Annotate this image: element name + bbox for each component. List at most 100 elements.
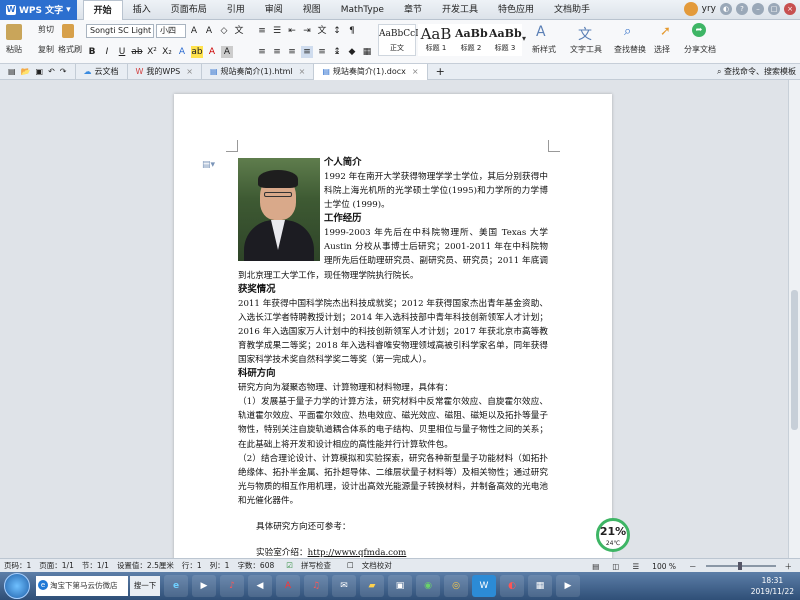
find-replace-icon[interactable]: ⌕ bbox=[624, 24, 631, 39]
text-tools-button[interactable]: 文字工具 bbox=[570, 44, 602, 55]
menu-item-features[interactable]: 特色应用 bbox=[488, 0, 544, 20]
open-icon[interactable]: 📂 bbox=[21, 64, 31, 80]
zoom-slider-knob[interactable] bbox=[737, 562, 742, 570]
paste-icon[interactable] bbox=[6, 24, 22, 40]
format-painter-icon[interactable] bbox=[62, 24, 74, 38]
show-marks-icon[interactable]: ¶ bbox=[346, 25, 358, 37]
new-style-button[interactable]: 新样式 bbox=[532, 44, 556, 55]
style-normal[interactable]: AaBbCcI 正文 bbox=[378, 24, 419, 56]
distribute-icon[interactable]: ≡ bbox=[316, 46, 328, 58]
page-options-icon[interactable]: ▤▾ bbox=[202, 160, 215, 170]
menu-item-mathtype[interactable]: MathType bbox=[331, 0, 394, 20]
share-doc-button[interactable]: 分享文档 bbox=[684, 44, 716, 55]
undo-icon[interactable]: ↶ bbox=[48, 64, 55, 80]
copy-button[interactable]: 复制 bbox=[38, 44, 54, 55]
style-gallery-expand-icon[interactable]: ▾ bbox=[522, 34, 526, 43]
zoom-level[interactable]: 100 % bbox=[648, 562, 680, 571]
find-replace-button[interactable]: 查找替换 bbox=[614, 44, 646, 55]
chinese-layout-icon[interactable]: 文 bbox=[316, 25, 328, 37]
line-spacing-icon[interactable]: ↨ bbox=[331, 46, 343, 58]
font-name-select[interactable]: Songti SC Light bbox=[86, 24, 154, 38]
taskbar-search-input[interactable]: e 淘宝下第马云仿微店 bbox=[36, 576, 128, 596]
rewind-icon[interactable]: ◀ bbox=[248, 575, 272, 597]
font-size-select[interactable]: 小四 bbox=[156, 24, 186, 38]
bold-icon[interactable]: B bbox=[86, 46, 98, 58]
minimize-icon[interactable]: – bbox=[752, 3, 764, 15]
numbering-icon[interactable]: ☰ bbox=[271, 25, 283, 37]
pdf-icon[interactable]: A bbox=[276, 575, 300, 597]
skin-icon[interactable]: ◐ bbox=[720, 3, 732, 15]
bullets-icon[interactable]: ≡ bbox=[256, 25, 268, 37]
underline-icon[interactable]: U bbox=[116, 46, 128, 58]
wps-taskbar-icon[interactable]: W bbox=[472, 575, 496, 597]
borders-icon[interactable]: ▦ bbox=[361, 46, 373, 58]
cut-button[interactable]: 剪切 bbox=[38, 24, 54, 35]
media-player-icon[interactable]: ▶ bbox=[192, 575, 216, 597]
status-words[interactable]: 字数：608 bbox=[233, 560, 278, 571]
superscript-icon[interactable]: X² bbox=[146, 46, 158, 58]
scrollbar-thumb[interactable] bbox=[791, 290, 798, 430]
command-search[interactable]: ⌕ 查找命令、搜索模板 bbox=[717, 64, 796, 80]
menu-item-home[interactable]: 开始 bbox=[82, 0, 123, 20]
pinyin-icon[interactable]: 文 bbox=[233, 25, 245, 37]
taskbar-search-button[interactable]: 搜一下 bbox=[130, 576, 160, 596]
text-tools-icon[interactable]: 文 bbox=[578, 24, 592, 44]
align-right-icon[interactable]: ≡ bbox=[286, 46, 298, 58]
weather-widget[interactable]: 21% 24℃ bbox=[596, 518, 630, 552]
shrink-font-icon[interactable]: A bbox=[203, 25, 215, 37]
grow-font-icon[interactable]: A bbox=[188, 25, 200, 37]
font-color-icon[interactable]: A bbox=[206, 46, 218, 58]
chrome-icon[interactable]: ◎ bbox=[444, 575, 468, 597]
zoom-in-icon[interactable]: ＋ bbox=[781, 561, 797, 572]
select-button[interactable]: 选择 bbox=[654, 44, 670, 55]
music-app-icon[interactable]: ♫ bbox=[304, 575, 328, 597]
new-doc-icon[interactable]: ▤ bbox=[8, 64, 16, 80]
menu-item-doc-assistant[interactable]: 文档助手 bbox=[544, 0, 600, 20]
netease-music-icon[interactable]: ◐ bbox=[500, 575, 524, 597]
document-body[interactable]: 个人简介 1992 年在南开大学获得物理学学士学位，其后分别获得中科院上海光机所… bbox=[238, 156, 548, 558]
zoom-slider[interactable] bbox=[705, 562, 776, 570]
lab-site-link[interactable]: http://www.qfmda.com bbox=[308, 548, 407, 558]
maximize-icon[interactable]: □ bbox=[768, 3, 780, 15]
menu-item-insert[interactable]: 插入 bbox=[123, 0, 161, 20]
tab-html-doc[interactable]: ▤ 规站奏简介(1).html × bbox=[202, 63, 315, 80]
clear-format-icon[interactable]: ◇ bbox=[218, 25, 230, 37]
char-shading-icon[interactable]: A bbox=[221, 46, 233, 58]
spell-check-toggle[interactable]: ☑ 拼写检查 bbox=[278, 560, 339, 571]
help-icon[interactable]: ? bbox=[736, 3, 748, 15]
subscript-icon[interactable]: X₂ bbox=[161, 46, 173, 58]
tab-docx-doc[interactable]: ▤ 规站奏简介(1).docx × bbox=[314, 63, 428, 80]
menu-item-developer[interactable]: 开发工具 bbox=[432, 0, 488, 20]
shading-icon[interactable]: ◆ bbox=[346, 46, 358, 58]
start-button[interactable] bbox=[4, 573, 30, 599]
close-tab-icon[interactable]: × bbox=[186, 64, 193, 80]
web-view-icon[interactable]: ◫ bbox=[608, 562, 623, 571]
style-heading-1[interactable]: AaB 标题 1 bbox=[418, 24, 454, 56]
increase-indent-icon[interactable]: ⇥ bbox=[301, 25, 313, 37]
close-icon[interactable]: × bbox=[784, 3, 796, 15]
doc-proof-toggle[interactable]: ☐ 文档校对 bbox=[339, 560, 400, 571]
share-icon[interactable]: ➦ bbox=[692, 23, 706, 37]
redo-icon[interactable]: ↷ bbox=[60, 64, 67, 80]
italic-icon[interactable]: I bbox=[101, 46, 113, 58]
style-heading-3[interactable]: AaBb 标题 3 bbox=[488, 24, 522, 56]
view-mode-icon[interactable]: ▤ bbox=[588, 562, 603, 571]
save-icon[interactable]: ▣ bbox=[36, 64, 44, 80]
close-tab-icon[interactable]: × bbox=[412, 64, 419, 80]
vertical-scrollbar[interactable] bbox=[788, 80, 800, 558]
align-left-icon[interactable]: ≡ bbox=[256, 46, 268, 58]
tab-cloud-docs[interactable]: ☁ 云文档 bbox=[76, 63, 128, 80]
close-tab-icon[interactable]: × bbox=[299, 64, 306, 80]
avatar[interactable] bbox=[683, 2, 698, 16]
document-page[interactable]: ▤▾ 个人简介 1992 年在南开大学获得物理学学士学位，其后分别获得中科院上海… bbox=[174, 94, 612, 558]
strikethrough-icon[interactable]: ab bbox=[131, 46, 143, 58]
menu-item-review[interactable]: 审阅 bbox=[255, 0, 293, 20]
folder-icon[interactable]: ▰ bbox=[360, 575, 384, 597]
photo-app-icon[interactable]: ▣ bbox=[388, 575, 412, 597]
user-name[interactable]: yry bbox=[702, 4, 716, 14]
ie-icon[interactable]: e bbox=[164, 575, 188, 597]
menu-item-page-layout[interactable]: 页面布局 bbox=[161, 0, 217, 20]
menu-item-references[interactable]: 引用 bbox=[217, 0, 255, 20]
text-effect-icon[interactable]: A bbox=[176, 46, 188, 58]
zoom-out-icon[interactable]: － bbox=[685, 561, 701, 572]
